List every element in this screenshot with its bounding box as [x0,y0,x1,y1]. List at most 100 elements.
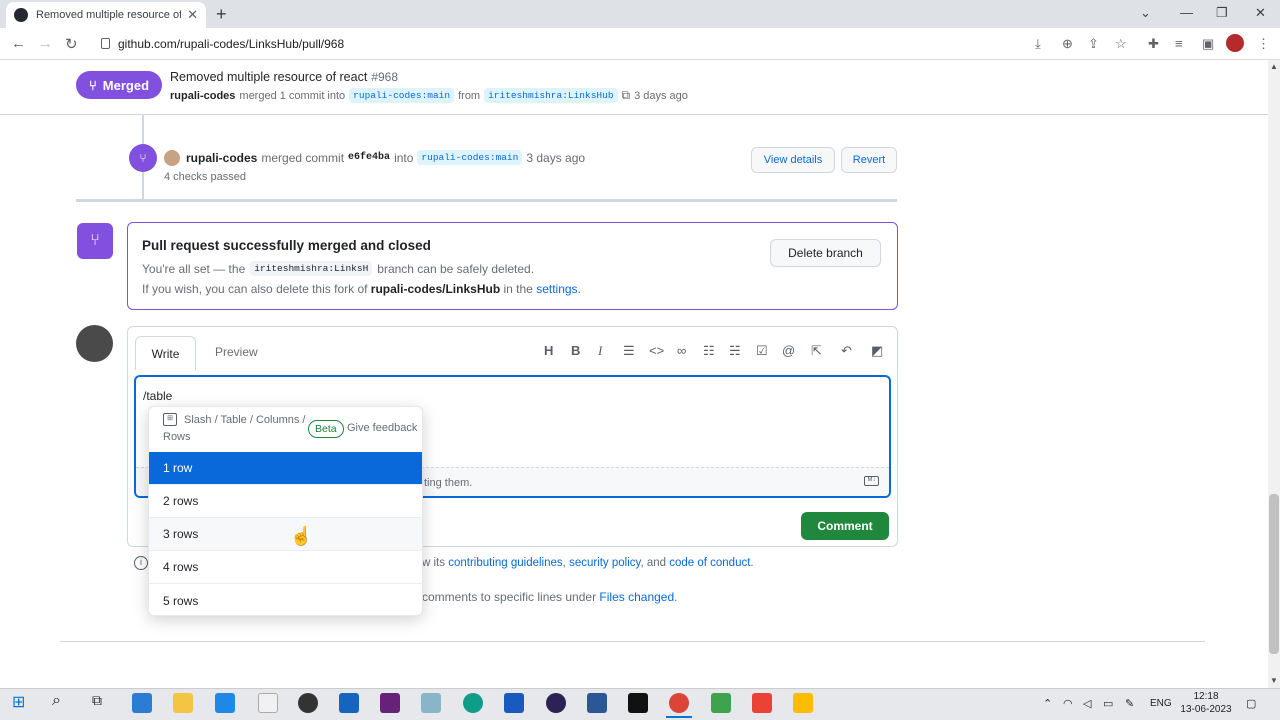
task-view-icon[interactable]: ⧉ [92,692,102,709]
eclipse-icon[interactable] [546,693,566,713]
pr-meta: rupali-codes merged 1 commit into rupali… [170,88,688,103]
restore-icon[interactable]: ❐ [1216,5,1228,21]
volume-icon[interactable]: ◁ [1083,697,1091,710]
comment-button[interactable]: Comment [801,512,889,540]
clock[interactable]: 12:18 13-06-2023 [1180,690,1232,716]
quote-icon[interactable]: ☰ [623,343,635,359]
gmail-icon[interactable] [752,693,772,713]
search-icon[interactable]: ⌕ [52,692,61,710]
merger-name[interactable]: rupali-codes [186,151,257,165]
network-icon[interactable]: ◠ [1063,697,1073,710]
user-avatar[interactable] [76,325,113,362]
comment-text[interactable]: /table [143,389,172,403]
delete-branch-button[interactable]: Delete branch [770,239,881,267]
tab-write[interactable]: Write [135,336,196,370]
obs-icon[interactable] [298,693,318,713]
bold-icon[interactable]: B [571,343,580,358]
vscode-icon[interactable] [132,693,152,713]
notifications-icon[interactable]: ▢ [1246,697,1256,710]
head-branch[interactable]: iriteshmishra:LinksHub [484,88,618,103]
copy-icon[interactable]: ⧉ [622,88,631,103]
settings-link[interactable]: settings [536,282,577,296]
app-icon[interactable] [421,693,441,713]
reload-icon[interactable]: ↻ [65,35,78,53]
pen-icon[interactable]: ✎ [1125,697,1134,710]
terminal-icon[interactable] [628,693,648,713]
tab-search-icon[interactable]: ⌄ [1140,5,1151,21]
side-panel-icon[interactable]: ▣ [1202,36,1214,52]
deletable-branch[interactable]: iriteshmishra:LinksH [250,261,373,276]
share-icon[interactable]: ⇪ [1088,36,1099,52]
language-indicator[interactable]: ENG [1150,698,1172,709]
bookmark-star-icon[interactable]: ☆ [1115,36,1127,52]
word-icon[interactable] [504,693,524,713]
app4-icon[interactable] [793,693,813,713]
new-tab-button[interactable]: + [216,4,227,25]
profile-avatar[interactable] [1226,34,1244,52]
slash-command-icon[interactable]: ◩ [871,343,883,359]
reading-list-icon[interactable]: ≡ [1175,36,1183,51]
edge-icon[interactable] [463,693,483,713]
dropdown-item-2-rows[interactable]: 2 rows [149,485,422,518]
chrome-icon[interactable] [669,693,689,713]
browser-tab[interactable]: Removed multiple resource of re ✕ [6,2,206,28]
conduct-link[interactable]: code of conduct [669,557,750,569]
files-changed-link[interactable]: Files changed [599,590,674,604]
markdown-icon[interactable]: M↓ [864,476,879,486]
mention-icon[interactable]: @ [782,343,795,358]
revert-button[interactable]: Revert [841,147,897,173]
task-list-icon[interactable]: ☑ [756,343,768,359]
unordered-list-icon[interactable]: ☷ [703,343,715,359]
app2-icon[interactable] [587,693,607,713]
windows-start-icon[interactable]: ⊞ [12,692,25,712]
notepad-icon[interactable] [258,693,278,713]
store-icon[interactable] [215,693,235,713]
extensions-icon[interactable]: ✚ [1148,36,1159,52]
zoom-icon[interactable]: ⊕ [1062,36,1073,52]
code-icon[interactable]: <> [649,343,664,358]
scroll-down-arrow-icon[interactable]: ▼ [1270,676,1278,685]
security-link[interactable]: security policy [569,557,640,569]
back-icon[interactable]: ← [11,35,26,52]
lock-icon[interactable] [101,38,110,49]
minimize-icon[interactable]: — [1180,5,1193,20]
scrollbar-thumb[interactable] [1269,494,1279,654]
battery-icon[interactable]: ▭ [1103,697,1113,710]
app3-icon[interactable] [711,693,731,713]
view-details-button[interactable]: View details [751,147,835,173]
dropdown-item-4-rows[interactable]: 4 rows [149,551,422,584]
reply-icon[interactable]: ↶ [841,343,852,359]
photos-icon[interactable] [339,693,359,713]
give-feedback-link[interactable]: Give feedback [347,422,417,434]
merge-time[interactable]: 3 days ago [526,151,585,165]
tab-title: Removed multiple resource of re [36,9,182,21]
merger-avatar[interactable] [164,150,180,166]
pr-author[interactable]: rupali-codes [170,90,235,102]
contributing-link[interactable]: contributing guidelines [448,557,562,569]
clock-date: 13-06-2023 [1180,704,1232,715]
browser-menu-icon[interactable]: ⋮ [1257,36,1270,52]
beta-badge: Beta [308,420,344,438]
base-branch[interactable]: rupali-codes:main [349,88,455,103]
install-icon[interactable]: ⤓ [1035,36,1041,52]
dropdown-item-5-rows[interactable]: 5 rows [149,584,422,617]
close-window-icon[interactable]: ✕ [1255,5,1266,21]
checks-status[interactable]: 4 checks passed [164,171,246,183]
reference-icon[interactable]: ⇱ [811,343,822,359]
close-tab-icon[interactable]: ✕ [187,7,198,23]
scroll-up-arrow-icon[interactable]: ▲ [1270,62,1278,71]
dropdown-item-1-row[interactable]: 1 row [149,452,422,485]
forward-icon[interactable]: → [38,35,53,52]
italic-icon[interactable]: I [598,343,602,359]
dropdown-item-3-rows[interactable]: 3 rows [149,518,422,551]
address-bar[interactable]: github.com/rupali-codes/LinksHub/pull/96… [118,37,344,51]
file-explorer-icon[interactable] [173,693,193,713]
visual-studio-icon[interactable] [380,693,400,713]
ordered-list-icon[interactable]: ☵ [729,343,741,359]
commit-sha[interactable]: e6fe4ba [348,152,390,163]
tab-preview[interactable]: Preview [215,345,258,359]
merge-target-branch[interactable]: rupali-codes:main [417,150,523,165]
tray-chevron-icon[interactable]: ⌃ [1043,697,1052,710]
link-icon[interactable]: ∞ [677,343,686,358]
heading-icon[interactable]: H [544,343,553,358]
